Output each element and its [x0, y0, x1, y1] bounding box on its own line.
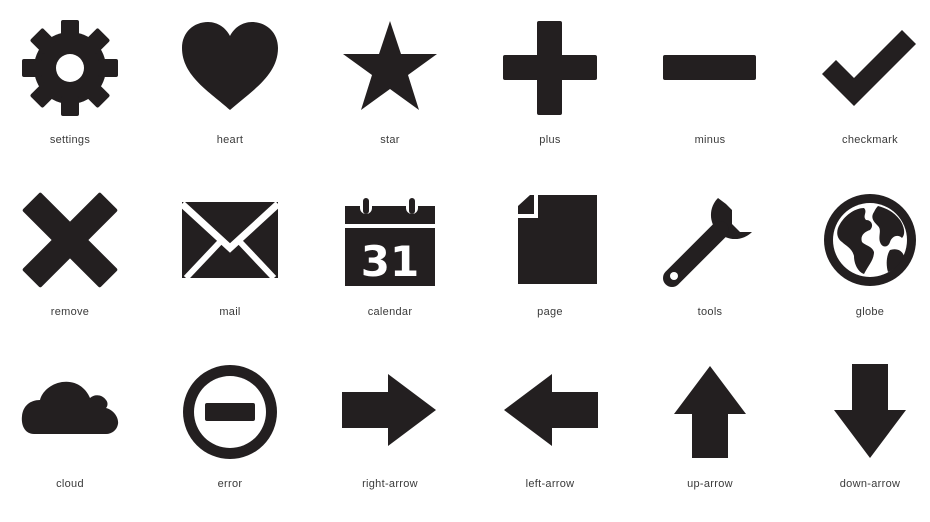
icon-cell-settings: settings: [0, 18, 150, 178]
icon-cell-down-arrow: down-arrow: [790, 362, 930, 522]
icon-cell-calendar: 31 calendar: [310, 190, 470, 350]
left-arrow-icon: [500, 362, 600, 462]
icon-label: left-arrow: [525, 478, 575, 490]
icon-cell-tools: tools: [630, 190, 790, 350]
icon-cell-left-arrow: left-arrow: [470, 362, 630, 522]
icon-label: heart: [216, 134, 244, 146]
icon-label: right-arrow: [362, 478, 418, 490]
icon-cell-error: error: [150, 362, 310, 522]
icon-cell-right-arrow: right-arrow: [310, 362, 470, 522]
icon-label: page: [537, 306, 563, 318]
icon-label: plus: [539, 134, 561, 146]
icon-cell-plus: plus: [470, 18, 630, 178]
plus-icon: [500, 18, 600, 118]
icon-label: up-arrow: [687, 478, 733, 490]
icon-cell-page: page: [470, 190, 630, 350]
icon-label: minus: [694, 134, 726, 146]
icon-cell-up-arrow: up-arrow: [630, 362, 790, 522]
tools-icon: [660, 190, 760, 290]
heart-icon: [180, 18, 280, 118]
up-arrow-icon: [660, 362, 760, 462]
icon-cell-star: star: [310, 18, 470, 178]
icon-cell-heart: heart: [150, 18, 310, 178]
icon-cell-cloud: cloud: [0, 362, 150, 522]
icon-label: calendar: [367, 306, 413, 318]
icon-cell-remove: remove: [0, 190, 150, 350]
icon-label: star: [380, 134, 400, 146]
icon-cell-checkmark: checkmark: [790, 18, 930, 178]
page-icon: [500, 190, 600, 290]
globe-icon: [820, 190, 920, 290]
icon-grid: settings heart star plus minus checkmark…: [0, 0, 930, 503]
mail-icon: [180, 190, 280, 290]
calendar-icon: 31: [340, 190, 440, 290]
cloud-icon: [20, 362, 120, 462]
icon-label: checkmark: [842, 134, 898, 146]
star-icon: [340, 18, 440, 118]
icon-label: down-arrow: [839, 478, 901, 490]
icon-label: globe: [855, 306, 885, 318]
right-arrow-icon: [340, 362, 440, 462]
icon-label: cloud: [56, 478, 84, 490]
icon-label: remove: [50, 306, 90, 318]
icon-label: mail: [219, 306, 241, 318]
down-arrow-icon: [820, 362, 920, 462]
icon-cell-mail: mail: [150, 190, 310, 350]
icon-cell-minus: minus: [630, 18, 790, 178]
icon-label: settings: [49, 134, 91, 146]
calendar-day-text: 31: [361, 237, 419, 286]
minus-icon: [660, 18, 760, 118]
remove-icon: [20, 190, 120, 290]
checkmark-icon: [820, 18, 920, 118]
error-icon: [180, 362, 280, 462]
icon-label: tools: [697, 306, 723, 318]
icon-label: error: [217, 478, 243, 490]
settings-icon: [20, 18, 120, 118]
icon-cell-globe: globe: [790, 190, 930, 350]
